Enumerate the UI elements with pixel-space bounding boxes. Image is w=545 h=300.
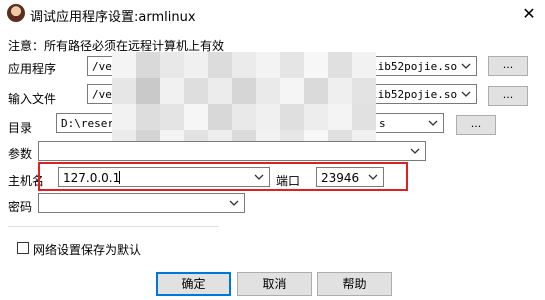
password-combo[interactable] xyxy=(38,193,245,213)
window-title: 调试应用程序设置:armlinux xyxy=(30,10,196,25)
directory-browse-button[interactable]: ... xyxy=(456,115,496,135)
ok-button[interactable]: 确定 xyxy=(156,272,231,296)
chevron-down-icon[interactable] xyxy=(226,195,242,211)
password-label: 密码 xyxy=(8,200,33,214)
params-combo[interactable] xyxy=(38,141,426,161)
directory-value-start: D:\reser xyxy=(61,117,114,130)
input-file-browse-button[interactable]: ... xyxy=(488,86,528,106)
application-label: 应用程序 xyxy=(8,62,57,76)
input-file-value-end: lib52pojie.so xyxy=(371,88,458,101)
params-label: 参数 xyxy=(8,147,33,161)
application-value-start: /ve xyxy=(92,60,112,73)
application-value-end: lib52pojie.so xyxy=(371,60,458,73)
save-default-checkbox[interactable] xyxy=(17,242,29,254)
highlight-box xyxy=(38,162,408,191)
directory-label: 目录 xyxy=(8,121,33,135)
app-icon xyxy=(7,4,25,22)
chevron-down-icon[interactable] xyxy=(407,143,423,159)
cancel-button[interactable]: 取消 xyxy=(237,272,312,296)
close-button[interactable]: ✕ xyxy=(516,2,542,26)
input-file-value-start: /ve xyxy=(92,88,112,101)
directory-value-end: s xyxy=(379,117,386,130)
application-browse-button[interactable]: ... xyxy=(488,56,528,76)
help-button[interactable]: 帮助 xyxy=(317,272,392,296)
chevron-down-icon[interactable] xyxy=(458,58,474,74)
input-file-label: 输入文件 xyxy=(8,92,57,106)
chevron-down-icon[interactable] xyxy=(458,86,474,102)
chevron-down-icon[interactable] xyxy=(425,115,441,131)
save-default-label: 网络设置保存为默认 xyxy=(33,243,142,257)
